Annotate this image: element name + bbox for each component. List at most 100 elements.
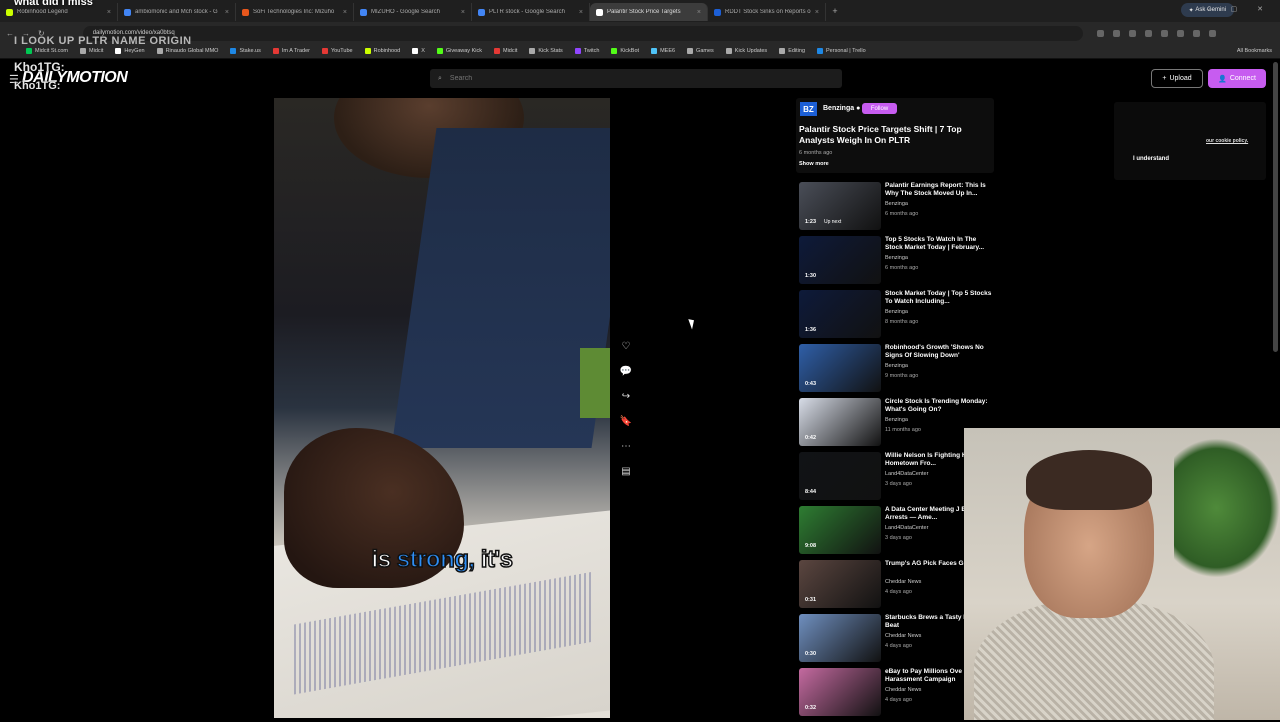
cookie-policy-link[interactable]: our cookie policy. <box>1206 138 1248 144</box>
channel-name[interactable]: Benzinga ● <box>823 105 860 112</box>
video-info-panel: BZ Benzinga ● Follow Palantir Stock Pric… <box>796 98 994 173</box>
bookmark-item[interactable]: Midcit <box>493 48 517 54</box>
extension-icon[interactable] <box>1176 29 1184 37</box>
back-icon[interactable]: ← <box>6 29 14 38</box>
extension-icon[interactable] <box>1144 29 1152 37</box>
share-icon[interactable]: ↪ <box>618 388 634 404</box>
star-icon[interactable] <box>1096 29 1104 37</box>
video-thumbnail[interactable]: 1:30 <box>799 236 881 284</box>
playlist-item-age: 4 days ago <box>885 643 912 649</box>
browser-tab[interactable]: MIZUHO - Google Search × <box>354 3 472 21</box>
like-heart-icon[interactable]: ♡ <box>618 338 634 354</box>
profile-icon[interactable] <box>1192 29 1200 37</box>
tab-close-icon[interactable]: × <box>579 9 583 16</box>
video-thumbnail[interactable]: 0:31 <box>799 560 881 608</box>
playlist-item-channel[interactable]: Benzinga <box>885 363 908 369</box>
bookmark-item[interactable]: Midcit St.com <box>26 48 68 54</box>
tab-close-icon[interactable]: × <box>815 9 819 16</box>
window-controls[interactable]: – ▢ ✕ <box>1207 5 1272 13</box>
video-thumbnail[interactable]: 1:36 <box>799 290 881 338</box>
webcam-plant <box>1174 438 1280 578</box>
playlist-item-channel[interactable]: Benzinga <box>885 201 908 207</box>
bookmark-favicon-icon <box>156 48 163 54</box>
video-thumbnail[interactable]: 1:23 Up next <box>799 182 881 230</box>
video-thumbnail[interactable]: 9:08 <box>799 506 881 554</box>
comment-icon[interactable]: 💬 <box>618 363 634 379</box>
url-field[interactable]: dailymotion.com/video/xa0btsq <box>82 25 1083 41</box>
playlist-item-title[interactable]: Circle Stock Is Trending Monday: What's … <box>885 398 994 414</box>
show-more-link[interactable]: Show more <box>799 161 829 167</box>
video-thumbnail[interactable]: 0:30 <box>799 614 881 662</box>
bookmark-item[interactable]: Twitch <box>574 48 599 54</box>
search-input[interactable] <box>449 75 830 82</box>
playlist-item-title[interactable]: Robinhood's Growth 'Shows No Signs Of Sl… <box>885 344 994 360</box>
video-thumbnail[interactable]: 0:32 <box>799 668 881 716</box>
all-bookmarks[interactable]: All Bookmarks <box>1237 48 1272 54</box>
extension-icon[interactable] <box>1112 29 1120 37</box>
tab-close-icon[interactable]: × <box>107 9 111 16</box>
browser-tab[interactable]: RDDT Stock Sinks on Reports o × <box>708 3 826 21</box>
video-thumbnail[interactable]: 0:43 <box>799 344 881 392</box>
video-player[interactable]: is strong, it's <box>274 98 610 718</box>
playlist-item-channel[interactable]: Cheddar News <box>885 633 921 639</box>
bookmark-item[interactable]: Midcit <box>80 48 103 54</box>
bookmark-item[interactable]: Giveaway Kick <box>436 48 482 54</box>
video-thumbnail[interactable]: 8:44 <box>799 452 881 500</box>
bookmark-item[interactable]: Im A Trader <box>272 48 310 54</box>
extension-icon[interactable] <box>1128 29 1136 37</box>
playlist-item[interactable]: 1:30 Top 5 Stocks To Watch In The Stock M… <box>799 236 994 290</box>
tab-close-icon[interactable]: × <box>225 9 229 16</box>
bookmark-item[interactable]: Kick Stats <box>529 48 563 54</box>
bookmark-item[interactable]: Kick Updates <box>725 48 767 54</box>
bookmark-item[interactable]: HeyGen <box>115 48 145 54</box>
bookmark-item[interactable]: YouTube <box>322 48 353 54</box>
video-thumbnail[interactable]: 0:42 <box>799 398 881 446</box>
browser-tab[interactable]: SoFi Technologies Inc: Mizuho × <box>236 3 354 21</box>
playlist-item-channel[interactable]: Benzinga <box>885 417 908 423</box>
new-tab-icon[interactable]: + <box>826 6 844 16</box>
cookie-accept-button[interactable]: I understand <box>1133 156 1169 162</box>
browser-tab[interactable]: Palantir Stock Price Targets × <box>590 3 708 21</box>
bookmark-item[interactable]: Games <box>687 48 714 54</box>
captions-icon[interactable]: ▤ <box>618 463 634 479</box>
tab-close-icon[interactable]: × <box>343 9 347 16</box>
bookmark-item[interactable]: Rinaudo Global MMO <box>156 48 218 54</box>
playlist-item[interactable]: 0:43 Robinhood's Growth 'Shows No Signs O… <box>799 344 994 398</box>
browser-tab[interactable]: PLTR stock - Google Search × <box>472 3 590 21</box>
playlist-item-channel[interactable]: Land4DataCenter <box>885 471 928 477</box>
more-options-icon[interactable]: ⋯ <box>618 438 634 454</box>
playlist-item-channel[interactable]: Benzinga <box>885 309 908 315</box>
follow-button[interactable]: Follow <box>862 103 897 114</box>
page-scrollbar[interactable] <box>1273 62 1278 352</box>
tab-close-icon[interactable]: × <box>697 9 701 16</box>
upload-button[interactable]: + Upload <box>1151 69 1203 88</box>
tab-favicon-icon <box>124 8 131 16</box>
playlist-item-title[interactable]: Palantir Earnings Report: This Is Why Th… <box>885 182 994 198</box>
search-bar[interactable]: ⌕ <box>430 69 842 88</box>
playlist-item-channel[interactable]: Benzinga <box>885 255 908 261</box>
bookmark-favicon-icon <box>493 48 500 54</box>
bookmark-item[interactable]: Editing <box>779 48 805 54</box>
playlist-item-channel[interactable]: Cheddar News <box>885 687 921 693</box>
bookmark-item[interactable]: X <box>412 48 425 54</box>
bookmark-icon[interactable]: 🔖 <box>618 413 634 429</box>
plus-icon: + <box>1162 75 1167 82</box>
connect-button[interactable]: 👤 Connect <box>1208 69 1266 88</box>
playlist-item-title[interactable]: Stock Market Today | Top 5 Stocks To Wat… <box>885 290 994 306</box>
playlist-item-channel[interactable]: Land4DataCenter <box>885 525 928 531</box>
bookmark-item[interactable]: KickBot <box>611 48 639 54</box>
bookmark-item[interactable]: Stake.us <box>230 48 261 54</box>
tab-close-icon[interactable]: × <box>461 9 465 16</box>
bookmark-item[interactable]: Personal | Trello <box>817 48 866 54</box>
channel-logo[interactable]: BZ <box>800 102 817 116</box>
playlist-item[interactable]: 1:36 Stock Market Today | Top 5 Stocks To… <box>799 290 994 344</box>
browser-tab[interactable]: ambiomonic and Mch stock - G × <box>118 3 236 21</box>
playlist-item[interactable]: 1:23 Up next Palantir Earnings Report: Thi… <box>799 182 994 236</box>
menu-dots-icon[interactable] <box>1208 29 1216 37</box>
bookmark-item[interactable]: MEE6 <box>651 48 675 54</box>
bookmark-item[interactable]: Robinhood <box>364 48 400 54</box>
bookmark-label: Giveaway Kick <box>445 48 482 54</box>
playlist-item-channel[interactable]: Cheddar News <box>885 579 921 585</box>
extension-icon[interactable] <box>1160 29 1168 37</box>
playlist-item-title[interactable]: Top 5 Stocks To Watch In The Stock Marke… <box>885 236 994 252</box>
